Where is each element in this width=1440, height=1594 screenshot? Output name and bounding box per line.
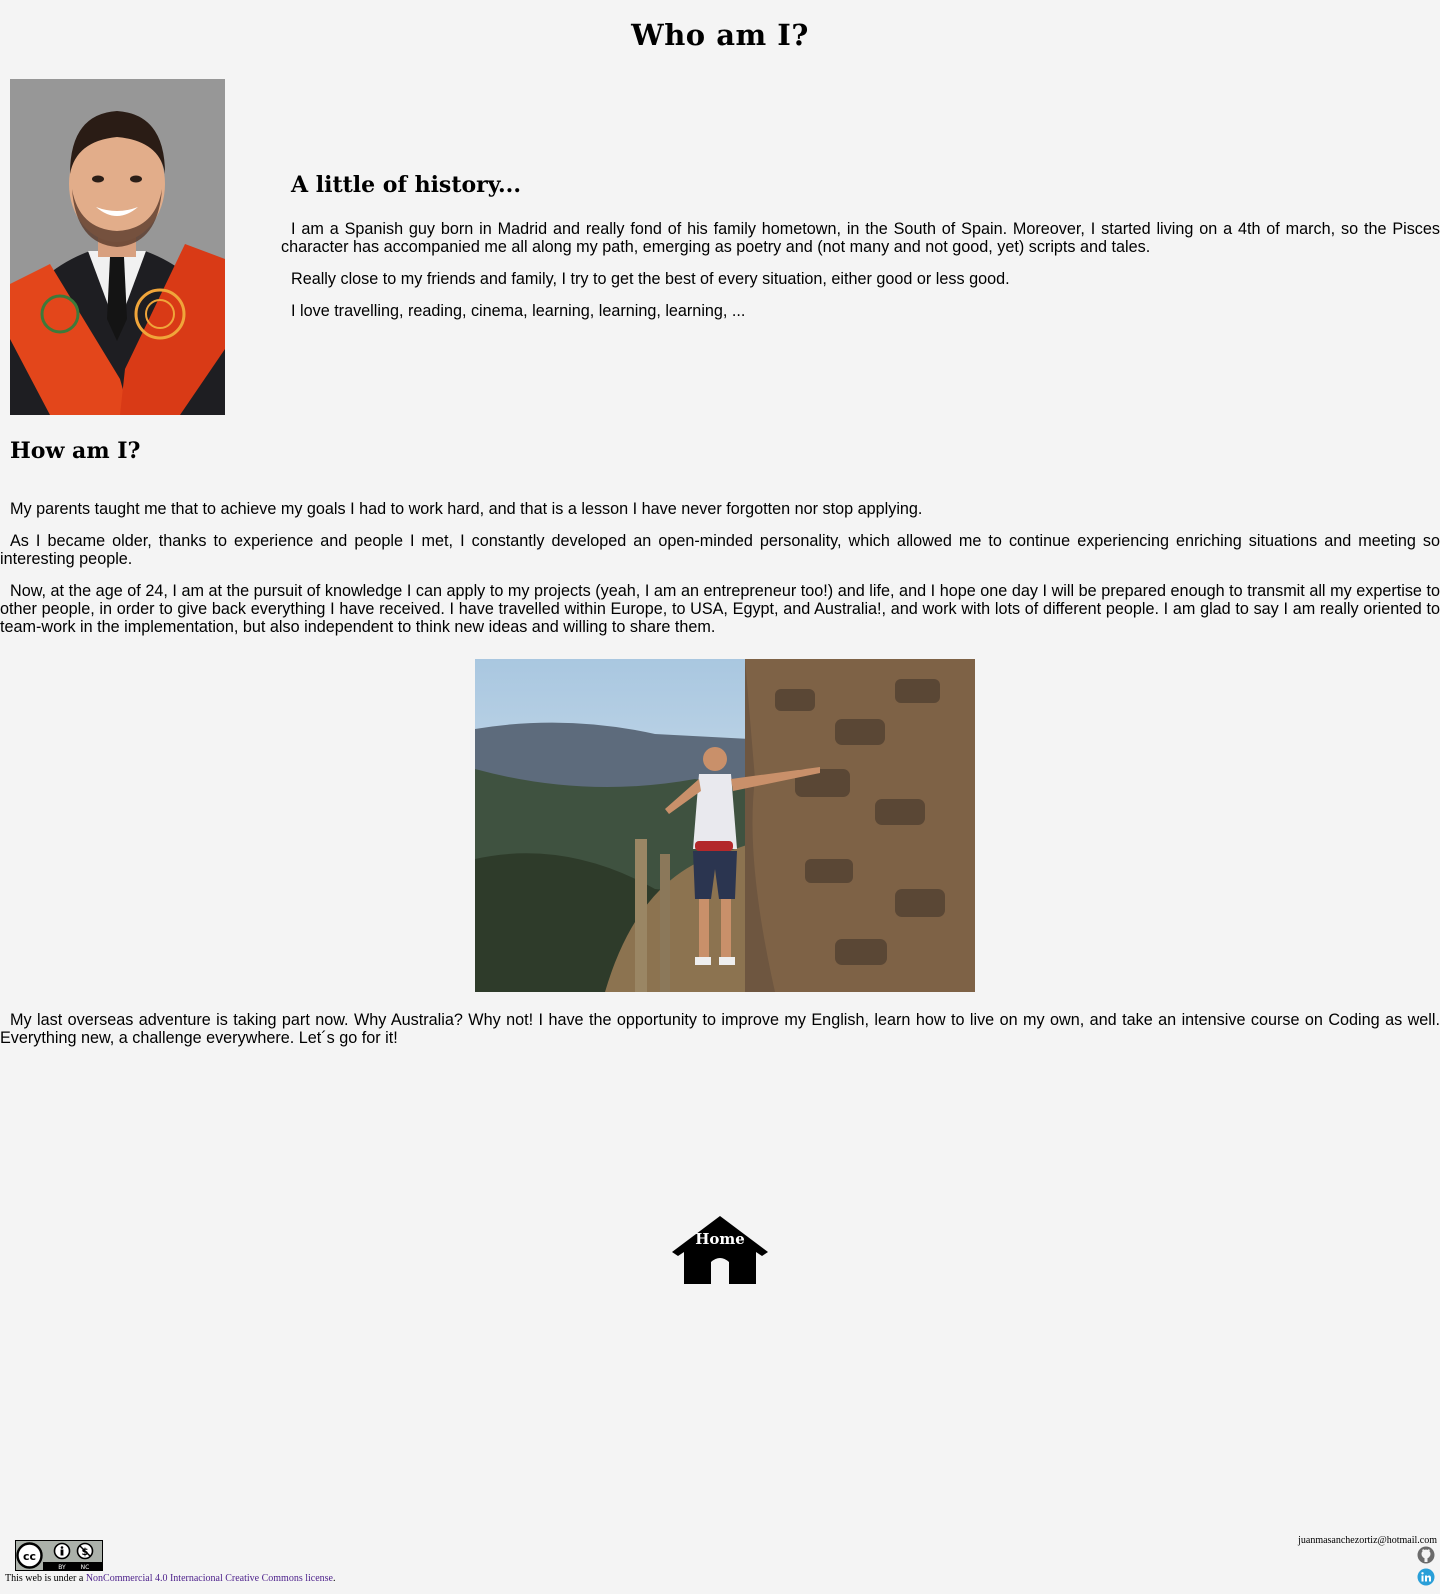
house-icon xyxy=(672,1216,768,1284)
history-paragraph: I am a Spanish guy born in Madrid and re… xyxy=(281,220,1440,256)
history-section: A little of history... I am a Spanish gu… xyxy=(281,172,1440,334)
adventure-paragraph: My last overseas adventure is taking par… xyxy=(0,1011,1440,1047)
page-title: Who am I? xyxy=(631,18,809,52)
creative-commons-badge[interactable]: cc $ BY NC xyxy=(15,1540,103,1571)
personality-paragraph: As I became older, thanks to experience … xyxy=(0,532,1440,568)
travel-photo-illustration xyxy=(475,659,975,992)
license-suffix: . xyxy=(332,1573,336,1584)
history-paragraph: I love travelling, reading, cinema, lear… xyxy=(291,302,746,320)
personality-heading: How am I? xyxy=(10,438,141,464)
personality-paragraph: Now, at the age of 24, I am at the pursu… xyxy=(0,582,1440,636)
license-link[interactable]: NonCommercial 4.0 Internacional Creative… xyxy=(86,1573,333,1584)
nc-mark: NC xyxy=(81,1564,90,1571)
personality-section: How am I? My parents taught me that to a… xyxy=(0,438,1440,650)
profile-photo xyxy=(10,79,225,415)
adventure-section: My last overseas adventure is taking par… xyxy=(0,1011,1440,1061)
cc-by-nc-badge-icon: cc $ BY NC xyxy=(15,1540,103,1571)
github-icon xyxy=(1417,1546,1435,1564)
linkedin-icon xyxy=(1417,1568,1435,1586)
history-paragraph: Really close to my friends and family, I… xyxy=(291,270,1010,288)
cc-mark: cc xyxy=(23,1550,36,1563)
history-heading: A little of history... xyxy=(291,172,521,198)
home-label: Home xyxy=(695,1230,745,1248)
profile-photo-illustration xyxy=(10,79,225,415)
linkedin-link[interactable] xyxy=(1417,1568,1435,1586)
personality-paragraph: My parents taught me that to achieve my … xyxy=(10,500,923,518)
travel-photo xyxy=(475,659,975,992)
home-button[interactable]: Home xyxy=(670,1214,770,1286)
contact-email: juanmasanchezortiz@hotmail.com xyxy=(1298,1535,1437,1546)
by-mark: BY xyxy=(58,1564,66,1571)
license-notice: This web is under a NonCommercial 4.0 In… xyxy=(5,1573,335,1584)
license-prefix: This web is under a xyxy=(5,1573,86,1584)
github-link[interactable] xyxy=(1417,1546,1435,1564)
